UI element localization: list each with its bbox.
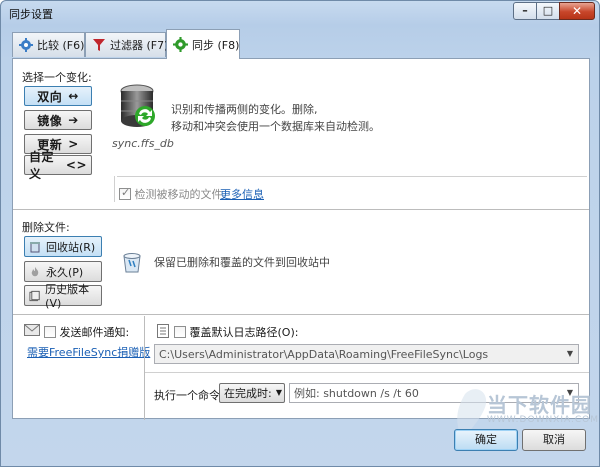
gear-green-icon bbox=[173, 37, 188, 52]
variant-description-line1: 识别和传播两侧的变化。删除, bbox=[171, 103, 318, 116]
detect-moved-label: 检测被移动的文件 bbox=[134, 188, 223, 201]
variant-divider bbox=[117, 176, 587, 177]
watermark-text: 当下软件园 bbox=[487, 393, 592, 417]
maximize-icon: □ bbox=[542, 4, 554, 17]
log-path-input[interactable]: C:\Users\Administrator\AppData\Roaming\F… bbox=[154, 344, 579, 364]
database-icon bbox=[120, 84, 155, 127]
versioning-button[interactable]: 历史版本(V) bbox=[24, 283, 102, 310]
title-bar[interactable]: 同步设置 – □ ✕ bbox=[1, 1, 599, 25]
watermark-subtext: WWW.DOWNXIA.COM bbox=[487, 415, 599, 425]
log-command-divider bbox=[145, 372, 589, 373]
versioning-icon bbox=[29, 290, 40, 301]
variant-vline bbox=[114, 176, 115, 202]
close-button[interactable]: ✕ bbox=[559, 2, 595, 20]
gear-blue-icon bbox=[19, 38, 33, 52]
tab-sync-label: 同步 (F8) bbox=[192, 38, 240, 52]
window-title: 同步设置 bbox=[9, 8, 53, 21]
tab-compare[interactable]: 比较 (F6) bbox=[12, 32, 85, 57]
two-way-arrow-icon: ↔ bbox=[68, 89, 79, 103]
sync-settings-window: 同步设置 – □ ✕ 比较 (F6) 过滤器 (F7) 同步 (F8) 选择一个… bbox=[0, 0, 600, 467]
maximize-button[interactable]: □ bbox=[536, 2, 560, 20]
more-info-link[interactable]: 更多信息 bbox=[220, 186, 264, 202]
recycle-bin-button[interactable]: 回收站(R) bbox=[24, 236, 102, 257]
recycle-bin-label: 回收站(R) bbox=[46, 240, 96, 254]
custom-arrow-icon: <> bbox=[65, 158, 87, 172]
log-file-icon bbox=[157, 324, 169, 338]
filter-icon bbox=[93, 39, 105, 51]
email-icon bbox=[24, 324, 40, 336]
permanent-label: 永久(P) bbox=[46, 265, 84, 279]
close-icon: ✕ bbox=[571, 4, 583, 18]
cancel-button[interactable]: 取消 bbox=[522, 429, 586, 451]
section-divider-1 bbox=[13, 209, 589, 210]
minimize-icon: – bbox=[522, 4, 528, 17]
tab-filter-label: 过滤器 (F7) bbox=[110, 39, 169, 52]
recycle-bin-small-icon bbox=[30, 241, 40, 252]
email-log-divider bbox=[144, 316, 145, 420]
command-when-value: 在完成时: bbox=[224, 387, 272, 400]
email-row: 发送邮件通知: bbox=[44, 324, 129, 340]
log-path-value: C:\Users\Administrator\AppData\Roaming\F… bbox=[159, 347, 489, 361]
recycle-bin-icon bbox=[123, 253, 141, 273]
section-divider-2 bbox=[13, 314, 589, 315]
chevron-down-icon: ▼ bbox=[275, 388, 282, 397]
override-log-checkbox[interactable] bbox=[174, 326, 186, 338]
donation-edition-link[interactable]: 需要FreeFileSync捐赠版 bbox=[27, 344, 150, 360]
two-way-button[interactable]: 双向 ↔ bbox=[24, 86, 92, 106]
db-file-caption: sync.ffs_db bbox=[112, 137, 174, 150]
update-arrow-icon: > bbox=[68, 137, 79, 151]
deletion-section-label: 删除文件: bbox=[22, 221, 70, 234]
detect-moved-checkbox[interactable] bbox=[119, 186, 131, 200]
deletion-description: 保留已删除和覆盖的文件到回收站中 bbox=[154, 256, 330, 269]
tab-filter[interactable]: 过滤器 (F7) bbox=[85, 32, 169, 57]
minimize-button[interactable]: – bbox=[513, 2, 537, 20]
two-way-label: 双向 bbox=[37, 89, 63, 104]
variant-description-line2: 移动和冲突会使用一个数据库来自动检测。 bbox=[171, 120, 380, 133]
flame-icon bbox=[31, 266, 39, 276]
custom-label: 自定义 bbox=[29, 150, 55, 181]
sync-tab-panel: 选择一个变化: 双向 ↔ 镜像 ➔ 更新 > 自定义 <> sync.ffs_d… bbox=[12, 58, 590, 420]
tab-compare-label: 比较 (F6) bbox=[37, 39, 85, 52]
command-label: 执行一个命令: bbox=[154, 389, 224, 402]
command-placeholder: 例如: shutdown /s /t 60 bbox=[294, 387, 419, 400]
versioning-label: 历史版本(V) bbox=[45, 283, 90, 310]
chevron-down-icon[interactable]: ▼ bbox=[562, 345, 578, 363]
permanent-button[interactable]: 永久(P) bbox=[24, 261, 102, 282]
detect-moved-row: 检测被移动的文件 bbox=[119, 186, 223, 202]
mirror-label: 镜像 bbox=[37, 113, 63, 128]
override-log-label: 覆盖默认日志路径(O): bbox=[189, 326, 299, 339]
email-checkbox[interactable] bbox=[44, 326, 56, 338]
command-when-select[interactable]: 在完成时: ▼ bbox=[219, 383, 285, 403]
email-label: 发送邮件通知: bbox=[59, 326, 130, 339]
mirror-arrow-icon: ➔ bbox=[68, 113, 79, 127]
override-log-row: 覆盖默认日志路径(O): bbox=[174, 324, 298, 340]
ok-button[interactable]: 确定 bbox=[454, 429, 518, 451]
mirror-button[interactable]: 镜像 ➔ bbox=[24, 110, 92, 130]
variant-section-label: 选择一个变化: bbox=[22, 71, 92, 84]
tab-sync[interactable]: 同步 (F8) bbox=[166, 29, 240, 59]
custom-button[interactable]: 自定义 <> bbox=[24, 150, 92, 181]
